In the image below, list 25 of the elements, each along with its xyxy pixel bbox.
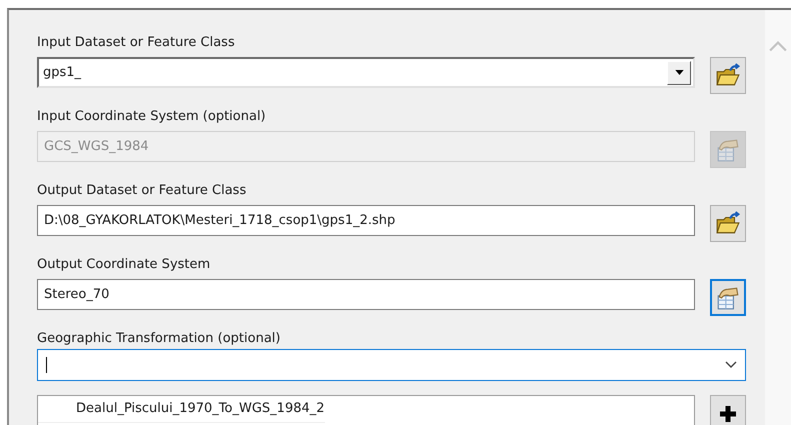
plus-icon xyxy=(718,404,738,424)
text-field[interactable]: Stereo_70 xyxy=(37,279,695,310)
text-cursor xyxy=(46,357,47,373)
parameter-label: Input Coordinate System (optional) xyxy=(37,108,267,126)
field-value: GCS_WGS_1984 xyxy=(44,139,150,154)
parameter-label: Output Coordinate System xyxy=(37,256,212,274)
browse-button[interactable] xyxy=(710,57,746,94)
parameter-label: Geographic Transformation (optional) xyxy=(37,330,282,348)
field-value: gps1_ xyxy=(43,65,82,80)
parameter-label: Output Dataset or Feature Class xyxy=(37,182,248,200)
list-item[interactable]: Dealul_Piscului_1970_To_WGS_1984_2 xyxy=(38,396,325,423)
dropdown-button[interactable] xyxy=(667,60,691,84)
dropdown-field[interactable] xyxy=(37,349,746,381)
field-value: D:\08_GYAKORLATOK\Mesteri_1718_csop1\gps1_2.shp xyxy=(44,213,396,228)
hand-table-icon xyxy=(715,284,741,310)
properties-button[interactable] xyxy=(710,279,746,316)
add-button[interactable] xyxy=(710,395,746,425)
browse-button[interactable] xyxy=(710,205,746,242)
text-field[interactable]: D:\08_GYAKORLATOK\Mesteri_1718_csop1\gps1_2.shp xyxy=(37,205,695,236)
field-value: Stereo_70 xyxy=(44,287,110,302)
chevron-down-icon xyxy=(725,361,737,369)
hand-table-icon xyxy=(715,136,741,162)
parameter-label: Input Dataset or Feature Class xyxy=(37,34,236,52)
caret-down-icon xyxy=(674,70,684,75)
combo-box[interactable]: gps1_ xyxy=(37,57,695,88)
